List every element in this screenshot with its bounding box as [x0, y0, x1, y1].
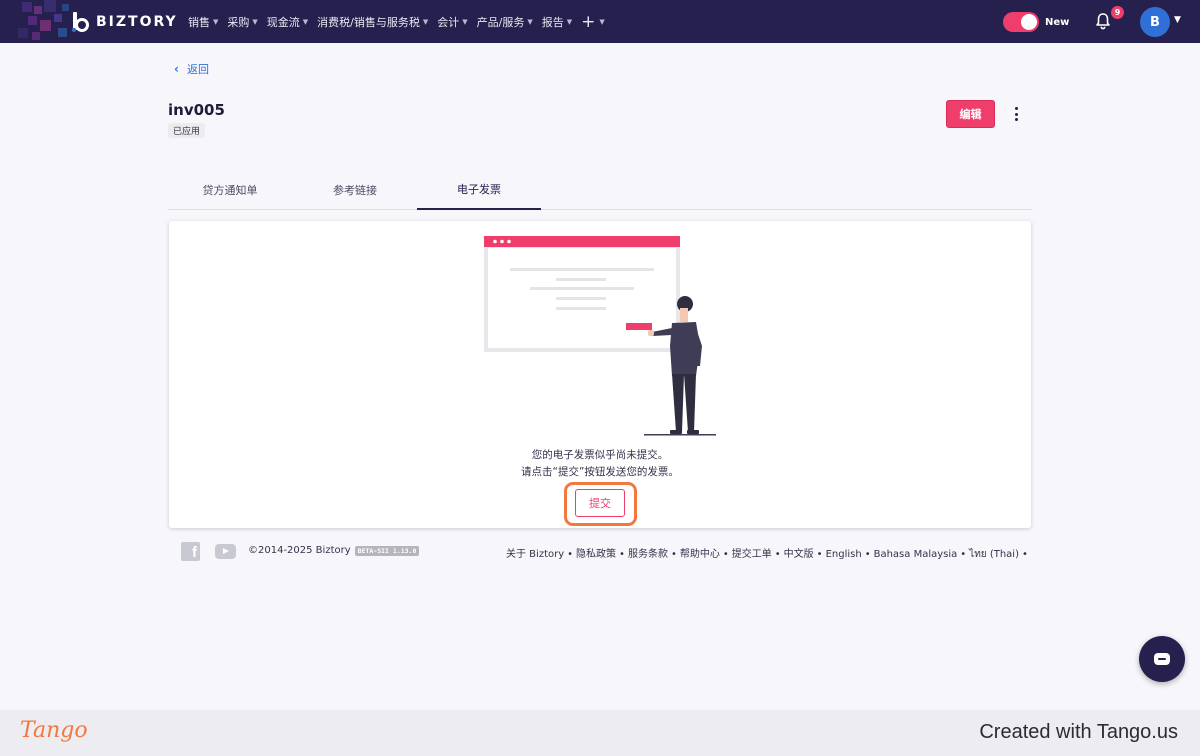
chevron-down-icon: ▼ — [302, 17, 309, 26]
chevron-down-icon: ▼ — [599, 17, 605, 26]
menu-sales[interactable]: 销售 ▼ — [188, 14, 218, 30]
chat-icon — [1154, 653, 1170, 665]
tab-einvoice[interactable]: 电子发票 — [417, 170, 541, 210]
facebook-icon[interactable]: f — [181, 542, 200, 561]
menu-label: 产品/服务 — [476, 15, 525, 29]
chevron-down-icon: ▼ — [213, 17, 219, 26]
chevron-down-icon: ▼ — [252, 17, 258, 26]
edit-button[interactable]: 编辑 — [946, 100, 995, 128]
chevron-left-icon: ‹ — [174, 62, 179, 76]
chat-support-button[interactable] — [1139, 636, 1185, 682]
footer-links: 关于 Biztory • 隐私政策 • 服务条款 • 帮助中心 • 提交工单 • 中文版 • Engli… — [506, 549, 1028, 560]
footer-link-malay[interactable]: Bahasa Malaysia — [874, 549, 958, 560]
tango-watermark-bar: Tango Created with Tango.us — [0, 710, 1200, 756]
tango-logo: Tango — [20, 718, 88, 743]
chevron-down-icon: ▼ — [462, 17, 468, 26]
status-badge: 已应用 — [168, 123, 206, 138]
tab-bar: 贷方通知单 参考链接 电子发票 — [168, 170, 1032, 210]
menu-label: 采购 — [227, 15, 250, 29]
chevron-down-icon: ▼ — [566, 17, 573, 26]
brand-name: BIZTORY — [96, 14, 178, 30]
youtube-icon[interactable] — [215, 544, 236, 559]
version-badge: BETA-SII 1.13.0 — [354, 545, 420, 556]
back-label: 返回 — [186, 63, 209, 76]
new-ui-toggle[interactable]: New — [1003, 12, 1069, 32]
tab-reference-links[interactable]: 参考链接 — [293, 170, 417, 209]
menu-label: 销售 — [188, 15, 210, 29]
menu-label: 会计 — [437, 15, 460, 29]
more-options-icon[interactable] — [1008, 103, 1024, 125]
copyright: ©2014-2025 Biztory BETA-SII 1.13.0 — [248, 545, 420, 556]
menu-tax[interactable]: 消费税/销售与服务税 ▼ — [317, 14, 428, 30]
plus-icon: + — [581, 11, 596, 32]
einvoice-message-line1: 您的电子发票似乎尚未提交。 — [531, 449, 669, 461]
main-menu: 销售 ▼ 采购 ▼ 现金流 ▼ 消费税/销售与服务税 ▼ 会计 ▼ 产品/服务 ▼ 报告 ▼ … — [188, 0, 605, 43]
menu-accounting[interactable]: 会计 ▼ — [437, 14, 467, 30]
einvoice-panel: 您的电子发票似乎尚未提交。 请点击“提交”按钮发送您的发票。 提交 — [169, 221, 1031, 528]
copyright-text: ©2014-2025 Biztory — [248, 545, 351, 556]
footer-link-terms[interactable]: 服务条款 — [628, 549, 668, 560]
bell-icon[interactable] — [1094, 12, 1112, 30]
toggle-switch[interactable] — [1003, 12, 1039, 32]
toggle-label: New — [1045, 16, 1070, 28]
back-link[interactable]: ‹ 返回 — [174, 61, 209, 77]
menu-label: 现金流 — [266, 15, 300, 29]
footer-link-chinese[interactable]: 中文版 — [784, 549, 814, 560]
einvoice-message-line2: 请点击“提交”按钮发送您的发票。 — [521, 466, 679, 478]
notification-badge: 9 — [1111, 6, 1124, 19]
chevron-down-icon[interactable]: ▼ — [1174, 15, 1181, 25]
add-new-menu[interactable]: + ▼ — [581, 12, 605, 32]
menu-reports[interactable]: 报告 ▼ — [542, 14, 572, 30]
avatar[interactable]: B — [1140, 7, 1170, 37]
page-title: inv005 — [168, 101, 225, 119]
toggle-knob — [1021, 14, 1037, 30]
footer-link-privacy[interactable]: 隐私政策 — [576, 549, 616, 560]
footer-link-english[interactable]: English — [826, 549, 862, 560]
menu-label: 报告 — [541, 15, 564, 29]
footer-link-ticket[interactable]: 提交工单 — [732, 549, 772, 560]
footer-link-help[interactable]: 帮助中心 — [680, 549, 720, 560]
menu-products[interactable]: 产品/服务 ▼ — [477, 14, 533, 30]
menu-cashflow[interactable]: 现金流 ▼ — [267, 14, 308, 30]
chevron-down-icon: ▼ — [527, 17, 533, 26]
biztory-logo[interactable]: BIZTORY — [70, 11, 178, 33]
menu-label: 消费税/销售与服务税 — [317, 15, 420, 29]
top-navbar: BIZTORY 销售 ▼ 采购 ▼ 现金流 ▼ 消费税/销售与服务税 ▼ 会计 ▼ 产品/… — [0, 0, 1200, 43]
tango-credit: Created with Tango.us — [979, 721, 1178, 743]
submit-button[interactable]: 提交 — [575, 489, 625, 517]
menu-purchases[interactable]: 采购 ▼ — [227, 14, 257, 30]
tab-credit-note[interactable]: 贷方通知单 — [168, 170, 292, 209]
empty-state-illustration — [484, 236, 716, 436]
biztory-logo-icon — [70, 11, 92, 33]
footer-link-about[interactable]: 关于 Biztory — [506, 549, 564, 560]
footer-link-thai[interactable]: ไทย (Thai) — [969, 549, 1019, 560]
chevron-down-icon: ▼ — [422, 17, 429, 26]
